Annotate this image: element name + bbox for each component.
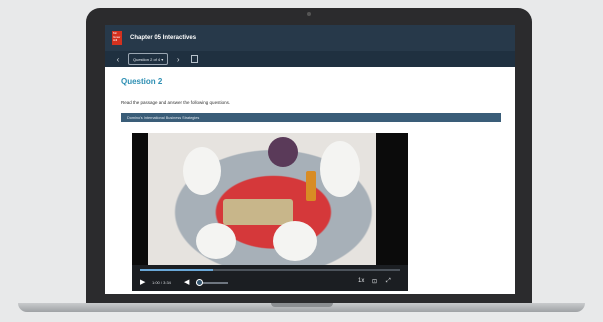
video-controls: ▶ 1:00 / 3:34 ◀ 1x ⊡ ⤢ xyxy=(132,265,408,291)
video-time: 1:00 / 3:34 xyxy=(152,280,171,285)
video-progress-fill xyxy=(140,269,213,271)
chevron-left-icon[interactable]: ‹ xyxy=(111,55,125,64)
question-nav-bar: ‹ Question 2 of 4 ▾ › xyxy=(105,51,515,67)
brand-logo: Mc Graw Hill xyxy=(112,31,122,45)
laptop-screen: Mc Graw Hill Chapter 05 Interactives ‹ Q… xyxy=(105,25,515,294)
laptop-notch xyxy=(271,303,333,307)
instructions-text: Read the passage and answer the followin… xyxy=(121,100,231,105)
video-player[interactable]: ▶ 1:00 / 3:34 ◀ 1x ⊡ ⤢ xyxy=(132,133,408,291)
app-title: Chapter 05 Interactives xyxy=(130,35,197,41)
scene-person xyxy=(268,137,298,167)
passage-title-bar: Domino's International Business Strategi… xyxy=(121,113,501,122)
bookmark-icon[interactable] xyxy=(191,55,199,63)
scene-person xyxy=(273,221,317,261)
question-content: Question 2 Read the passage and answer t… xyxy=(121,77,501,122)
scene-person xyxy=(320,141,360,197)
scene-bottle xyxy=(306,171,316,201)
volume-icon[interactable]: ◀ xyxy=(184,278,189,286)
video-frame-image xyxy=(148,133,376,265)
closed-captions-icon[interactable]: ⊡ xyxy=(372,278,377,285)
fullscreen-icon[interactable]: ⤢ xyxy=(386,278,391,285)
scene-person xyxy=(183,147,221,195)
question-title: Question 2 xyxy=(121,77,163,86)
speed-icon[interactable]: 1x xyxy=(358,278,364,284)
play-icon[interactable]: ▶ xyxy=(140,278,145,286)
chevron-right-icon[interactable]: › xyxy=(171,55,185,64)
scene-food-tray xyxy=(223,199,293,225)
app-header: Mc Graw Hill Chapter 05 Interactives xyxy=(105,25,515,51)
volume-knob[interactable] xyxy=(196,279,203,286)
question-select[interactable]: Question 2 of 4 ▾ xyxy=(128,53,169,65)
scene-person xyxy=(196,223,236,259)
video-progress-bar[interactable] xyxy=(140,269,400,271)
webcam-dot xyxy=(307,12,311,16)
